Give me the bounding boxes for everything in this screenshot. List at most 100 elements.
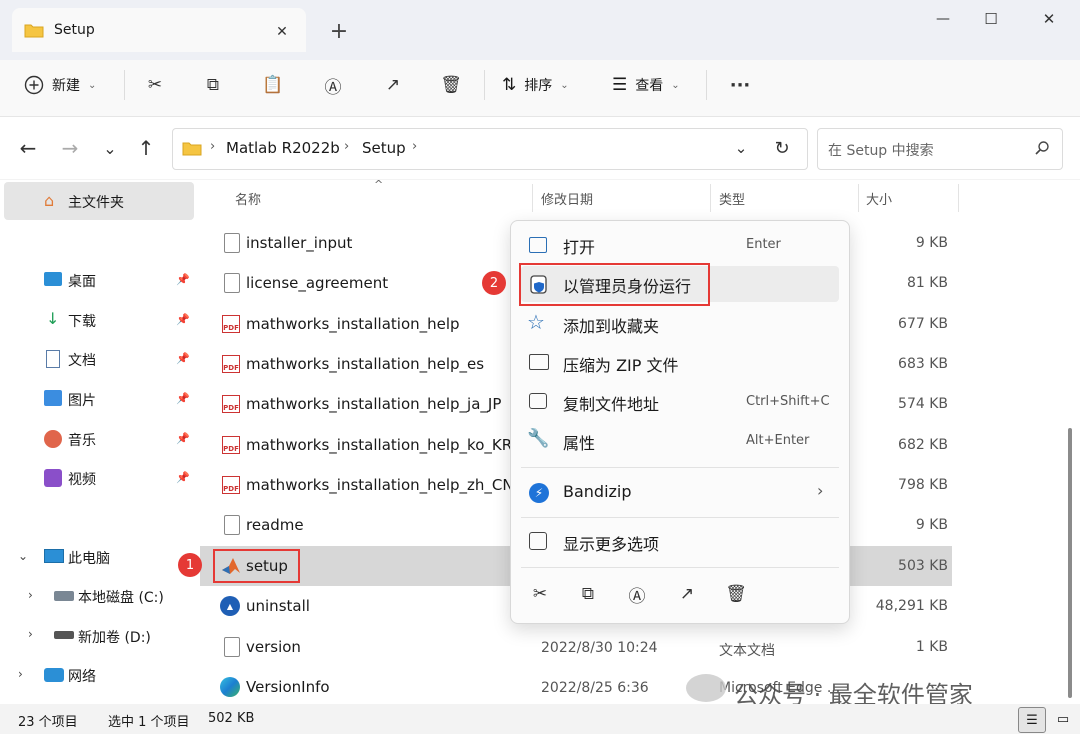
breadcrumb-matlab[interactable]: Matlab R2022b: [226, 139, 340, 157]
minimize-button[interactable]: —: [920, 6, 966, 32]
column-header-name[interactable]: 名称: [235, 189, 261, 208]
new-button[interactable]: 新建 ⌄: [24, 72, 108, 98]
menu-item-copy-path[interactable]: 复制文件地址 Ctrl+Shift+C: [521, 384, 839, 420]
pin-icon[interactable]: 📌: [176, 471, 190, 484]
delete-icon[interactable]: 🗑: [438, 72, 464, 98]
menu-item-add-favorite[interactable]: ☆ 添加到收藏夹: [521, 306, 839, 342]
folder-icon: [24, 24, 44, 38]
wechat-logo-icon: [686, 674, 726, 702]
nav-drive-c[interactable]: 本地磁盘 (C:): [78, 587, 164, 607]
expand-chevron-icon[interactable]: ⌄: [18, 549, 28, 563]
menu-item-more-options[interactable]: 显示更多选项: [521, 524, 839, 560]
menu-divider: [521, 517, 839, 518]
chevron-down-icon: ⌄: [88, 79, 97, 91]
copy-icon[interactable]: ⧉: [200, 72, 226, 98]
file-size: 503 KB: [898, 558, 948, 574]
pin-icon[interactable]: 📌: [176, 432, 190, 445]
breadcrumb-separator: ›: [210, 139, 216, 154]
menu-item-compress-zip[interactable]: 压缩为 ZIP 文件: [521, 345, 839, 381]
highlight-box-setup: [213, 549, 300, 583]
nav-pictures[interactable]: 图片: [68, 390, 96, 410]
selected-count: 选中 1 个项目: [108, 715, 190, 730]
menu-divider: [521, 567, 839, 568]
menu-label: 复制文件地址: [563, 395, 660, 414]
close-tab-icon[interactable]: ✕: [270, 20, 294, 44]
share-icon[interactable]: ↗: [674, 581, 700, 607]
cut-icon[interactable]: ✂: [142, 72, 168, 98]
column-header-type[interactable]: 类型: [719, 189, 745, 208]
menu-item-open[interactable]: 打开 Enter: [521, 227, 839, 263]
paste-icon[interactable]: 📋: [260, 72, 286, 98]
menu-item-bandizip[interactable]: ⚡ Bandizip ›: [521, 475, 839, 511]
up-arrow-icon[interactable]: ↑: [134, 136, 158, 160]
sort-button[interactable]: ⇅ 排序 ⌄: [502, 72, 586, 98]
pdf-icon: PDF: [222, 355, 240, 373]
wrench-icon: 🔧: [527, 428, 550, 449]
divider: [706, 70, 707, 100]
chevron-down-icon: ⌄: [560, 79, 569, 91]
column-divider[interactable]: [858, 184, 859, 212]
pin-icon[interactable]: 📌: [176, 352, 190, 365]
menu-item-properties[interactable]: 🔧 属性 Alt+Enter: [521, 423, 839, 459]
cut-icon[interactable]: ✂: [527, 581, 553, 607]
close-window-button[interactable]: ✕: [1026, 6, 1072, 32]
column-divider[interactable]: [532, 184, 533, 212]
nav-drive-d[interactable]: 新加卷 (D:): [78, 627, 151, 647]
collapse-chevron-icon[interactable]: ›: [28, 627, 33, 641]
text-file-icon: [224, 273, 240, 293]
delete-icon[interactable]: 🗑: [723, 581, 749, 607]
view-button[interactable]: ☰ 查看 ⌄: [612, 72, 696, 98]
file-type: 文本文档: [719, 643, 775, 659]
nav-downloads[interactable]: 下载: [68, 311, 96, 331]
nav-this-pc[interactable]: 此电脑: [68, 548, 110, 568]
bandizip-icon: ⚡: [529, 483, 549, 503]
menu-divider: [521, 467, 839, 468]
column-divider[interactable]: [958, 184, 959, 212]
rename-icon[interactable]: Ⓐ: [320, 72, 346, 98]
refresh-icon[interactable]: ↻: [770, 136, 794, 160]
nav-music[interactable]: 音乐: [68, 430, 96, 450]
collapse-chevron-icon[interactable]: ›: [28, 588, 33, 602]
step-badge-2: 2: [482, 271, 506, 295]
pin-icon[interactable]: 📌: [176, 273, 190, 286]
pin-icon[interactable]: 📌: [176, 313, 190, 326]
rename-icon[interactable]: Ⓐ: [624, 581, 650, 607]
download-icon: ↓: [46, 309, 60, 328]
maximize-button[interactable]: ☐: [968, 6, 1014, 32]
file-size: 9 KB: [915, 517, 948, 533]
pdf-icon: PDF: [222, 315, 240, 333]
nav-network[interactable]: 网络: [68, 666, 96, 686]
vertical-scrollbar[interactable]: [1068, 428, 1072, 698]
pin-icon[interactable]: 📌: [176, 392, 190, 405]
breadcrumb-setup[interactable]: Setup: [362, 139, 406, 157]
column-divider[interactable]: [710, 184, 711, 212]
file-size: 574 KB: [898, 396, 948, 412]
nav-videos[interactable]: 视频: [68, 469, 96, 489]
menu-label: 显示更多选项: [563, 535, 660, 554]
back-arrow-icon[interactable]: ←: [16, 136, 40, 160]
network-icon: [44, 668, 64, 682]
file-name: license_agreement: [246, 274, 389, 292]
column-header-size[interactable]: 大小: [866, 189, 892, 208]
file-name: mathworks_installation_help_ko_KR: [246, 436, 513, 454]
collapse-chevron-icon[interactable]: ›: [18, 667, 23, 681]
uninstall-icon: ▲: [220, 596, 240, 616]
computer-icon: [44, 549, 64, 563]
recent-chevron-icon[interactable]: ⌄: [98, 136, 122, 160]
forward-arrow-icon[interactable]: →: [58, 136, 82, 160]
details-view-icon[interactable]: ☰: [1018, 707, 1046, 733]
tiles-view-icon[interactable]: ▭: [1050, 707, 1076, 731]
history-chevron-icon[interactable]: ⌄: [730, 136, 752, 160]
new-tab-button[interactable]: +: [326, 18, 352, 44]
table-row[interactable]: version 2022/8/30 10:24 文本文档 1 KB: [200, 627, 952, 667]
search-icon[interactable]: [1034, 140, 1050, 156]
music-icon: [44, 430, 62, 448]
nav-desktop[interactable]: 桌面: [68, 271, 96, 291]
file-size: 677 KB: [898, 316, 948, 332]
more-options-button[interactable]: ···: [724, 72, 756, 98]
copy-icon[interactable]: ⧉: [575, 581, 601, 607]
share-icon[interactable]: ↗: [380, 72, 406, 98]
nav-home[interactable]: 主文件夹: [68, 192, 124, 212]
column-header-modified[interactable]: 修改日期: [541, 189, 593, 208]
nav-documents[interactable]: 文档: [68, 350, 96, 370]
